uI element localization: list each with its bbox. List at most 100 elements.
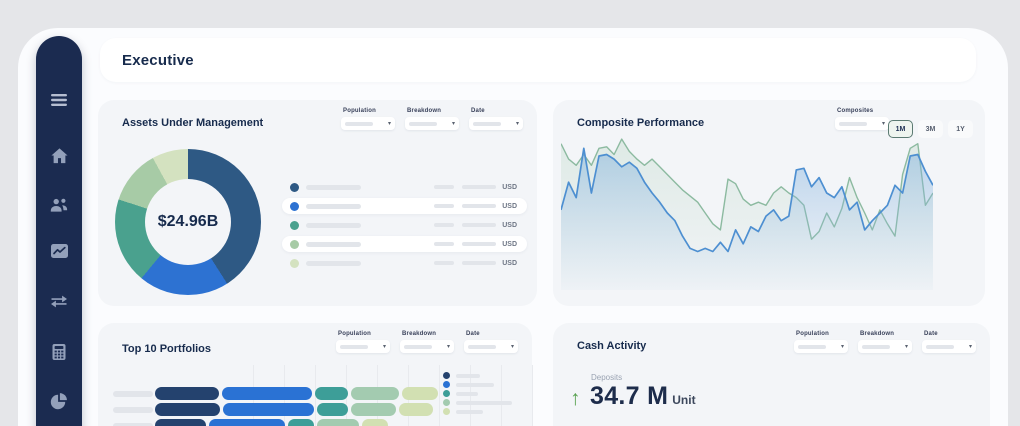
bar-segment — [317, 419, 359, 426]
top10-legend-row[interactable] — [443, 390, 512, 397]
chevron-down-icon: ▾ — [841, 344, 844, 350]
top10-legend-row[interactable] — [443, 381, 512, 388]
population-select[interactable]: ▾ — [794, 340, 848, 353]
donut-hole: $24.96B — [145, 179, 231, 265]
filter-label: Breakdown — [402, 331, 454, 337]
select-placeholder — [345, 122, 373, 126]
card-assets-under-management: Assets Under Management Population▾Break… — [98, 100, 537, 306]
top10-filters: Population ▾ Breakdown ▾ Date ▾ — [336, 331, 518, 353]
bar-segment — [223, 403, 314, 416]
card-composite-performance: Composite Performance Composites ▾ 1M3M1… — [553, 100, 985, 306]
value-placeholder — [434, 261, 454, 265]
portfolio-bar-row[interactable] — [113, 419, 438, 426]
bar-segment — [155, 403, 220, 416]
range-button-1y[interactable]: 1Y — [948, 120, 973, 138]
bar-segment — [317, 403, 348, 416]
chevron-down-icon: ▾ — [383, 344, 386, 350]
breakdown-select[interactable]: ▾ — [400, 340, 454, 353]
filter-label: Population — [796, 331, 848, 337]
currency-label: USD — [502, 241, 517, 248]
select-placeholder — [862, 345, 890, 349]
filter-label: Population — [338, 331, 390, 337]
value-placeholder — [434, 242, 454, 246]
filter-label: Date — [466, 331, 518, 337]
performance-icon[interactable] — [36, 239, 82, 263]
deposits-unit: Unit — [672, 393, 695, 407]
top10-legend-row[interactable] — [443, 408, 512, 415]
filter-label: Breakdown — [860, 331, 912, 337]
value-placeholder — [462, 185, 496, 189]
select-placeholder — [468, 345, 496, 349]
composite-area-chart — [561, 136, 933, 290]
deposits-value: 34.7 M — [590, 382, 668, 411]
bar-segment — [222, 387, 311, 400]
filter-label: Date — [924, 331, 976, 337]
aum-legend-row[interactable]: USD — [282, 198, 527, 214]
value-placeholder — [462, 223, 496, 227]
legend-name-placeholder — [306, 204, 361, 209]
date-select[interactable]: ▾ — [464, 340, 518, 353]
aum-filters: Population▾Breakdown▾Date▾ — [341, 108, 523, 130]
filter-label: Population — [343, 108, 395, 114]
transfers-icon[interactable] — [36, 289, 82, 313]
population-select[interactable]: ▾ — [336, 340, 390, 353]
aum-legend-row[interactable]: USD — [282, 179, 527, 195]
aum-total-value: $24.96B — [158, 213, 219, 231]
filter-population: Population ▾ — [336, 331, 390, 353]
aum-legend-list: USD USD USD USD USD — [282, 179, 527, 274]
filter-population: Population ▾ — [341, 108, 395, 130]
allocation-pie-icon[interactable] — [36, 389, 82, 413]
date-select[interactable]: ▾ — [469, 117, 523, 130]
chevron-down-icon: ▾ — [447, 344, 450, 350]
chevron-down-icon: ▾ — [388, 121, 391, 127]
bar-track — [155, 419, 438, 426]
calculator-icon[interactable] — [36, 340, 82, 364]
legend-dot — [443, 408, 450, 415]
currency-label: USD — [502, 222, 517, 229]
aum-donut-chart: $24.96B — [115, 149, 261, 295]
legend-name-placeholder — [306, 223, 361, 228]
bar-segment — [155, 387, 219, 400]
composites-select[interactable]: ▾ — [835, 117, 889, 130]
filter-population: Population ▾ — [794, 331, 848, 353]
bar-segment — [362, 419, 387, 426]
portfolio-bar-row[interactable] — [113, 387, 438, 400]
legend-name-placeholder — [306, 242, 361, 247]
breakdown-select[interactable]: ▾ — [405, 117, 459, 130]
card-top-10-portfolios: Top 10 Portfolios Population▾Breakdown▾D… — [98, 323, 532, 426]
portfolio-name-placeholder — [113, 423, 153, 426]
legend-name-placeholder — [306, 185, 361, 190]
filter-breakdown: Breakdown ▾ — [858, 331, 912, 353]
legend-dot — [443, 372, 450, 379]
chevron-down-icon: ▾ — [882, 121, 885, 127]
menu-icon[interactable] — [36, 88, 82, 112]
select-placeholder — [839, 122, 867, 126]
aum-legend-row[interactable]: USD — [282, 236, 527, 252]
top10-legend-row[interactable] — [443, 372, 512, 379]
aum-legend-row[interactable]: USD — [282, 255, 527, 271]
home-icon[interactable] — [36, 144, 82, 168]
portfolio-bar-row[interactable] — [113, 403, 438, 416]
composites-filter: Composites ▾ — [835, 108, 889, 130]
deposits-label: Deposits — [591, 373, 622, 382]
chevron-down-icon: ▾ — [905, 344, 908, 350]
filter-date: Date▾ — [469, 108, 523, 130]
bar-segment — [209, 419, 285, 426]
deposits-metric: 34.7 M Unit — [590, 382, 696, 411]
breakdown-select[interactable]: ▾ — [858, 340, 912, 353]
filter-breakdown: Breakdown ▾ — [400, 331, 454, 353]
legend-dot — [290, 202, 299, 211]
select-placeholder — [926, 345, 954, 349]
population-select[interactable]: ▾ — [341, 117, 395, 130]
bar-track — [155, 387, 438, 400]
top10-legend — [443, 372, 512, 417]
value-placeholder — [434, 223, 454, 227]
legend-dot — [443, 390, 450, 397]
currency-label: USD — [502, 260, 517, 267]
top10-legend-row[interactable] — [443, 399, 512, 406]
clients-icon[interactable] — [36, 193, 82, 217]
date-select[interactable]: ▾ — [922, 340, 976, 353]
bar-segment — [402, 387, 438, 400]
card-title: Assets Under Management — [122, 117, 263, 129]
aum-legend-row[interactable]: USD — [282, 217, 527, 233]
